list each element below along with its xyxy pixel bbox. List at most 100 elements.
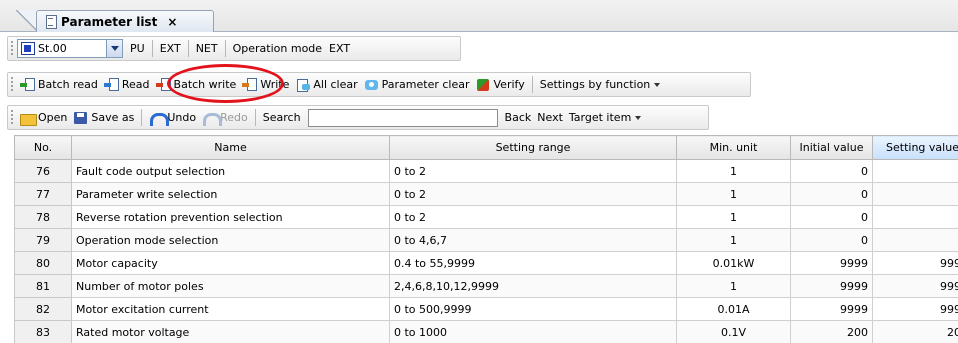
cell-name: Operation mode selection: [71, 228, 390, 252]
column-header-initial-value[interactable]: Initial value: [790, 135, 873, 160]
table-row[interactable]: 76 Fault code output selection 0 to 2 1 …: [14, 159, 958, 183]
cell-setting-value[interactable]: [872, 182, 958, 206]
cell-setting-range: 0 to 4,6,7: [389, 228, 677, 252]
station-dropdown-button[interactable]: [106, 40, 122, 57]
column-header-name[interactable]: Name: [71, 135, 390, 160]
cell-initial-value: 9999: [790, 297, 873, 321]
cell-no: 77: [14, 182, 72, 206]
toolbar-grip[interactable]: [10, 40, 14, 57]
separator: [187, 40, 189, 57]
toolbar-grip[interactable]: [10, 109, 14, 126]
column-header-setting-value[interactable]: Setting value: [872, 135, 958, 160]
separator: [141, 109, 143, 126]
separator: [531, 76, 533, 93]
toolbar-grip[interactable]: [10, 76, 14, 93]
next-button[interactable]: Next: [534, 107, 566, 128]
cell-no: 79: [14, 228, 72, 252]
cell-name: Fault code output selection: [71, 159, 390, 183]
verify-icon: [476, 78, 492, 92]
table-row[interactable]: 80 Motor capacity 0.4 to 55,9999 0.01kW …: [14, 251, 958, 275]
cell-setting-range: 0 to 2: [389, 182, 677, 206]
cell-setting-value[interactable]: [872, 205, 958, 229]
column-header-no[interactable]: No.: [14, 135, 72, 160]
station-icon: [21, 42, 35, 55]
cell-no: 80: [14, 251, 72, 275]
settings-by-function-menu[interactable]: Settings by function: [537, 74, 664, 95]
cell-setting-value[interactable]: 200: [872, 320, 958, 343]
redo-button[interactable]: Redo: [199, 107, 251, 128]
tab-parameter-list[interactable]: Parameter list ×: [36, 10, 214, 32]
cell-min-unit: 1: [676, 274, 791, 298]
station-toolbar: St.00 PU EXT NET Operation mode EXT: [7, 36, 461, 61]
cell-setting-value[interactable]: 9999: [872, 274, 958, 298]
back-button[interactable]: Back: [502, 107, 535, 128]
cell-min-unit: 1: [676, 182, 791, 206]
cell-initial-value: 9999: [790, 251, 873, 275]
cell-setting-range: 0 to 500,9999: [389, 297, 677, 321]
save-icon: [73, 111, 89, 125]
undo-button[interactable]: Undo: [146, 107, 199, 128]
separator: [224, 40, 226, 57]
cell-name: Rated motor voltage: [71, 320, 390, 343]
table-row[interactable]: 81 Number of motor poles 2,4,6,8,10,12,9…: [14, 274, 958, 298]
file-toolbar: Open Save as Undo Redo Search Back Next …: [7, 105, 709, 130]
cell-min-unit: 1: [676, 159, 791, 183]
read-button[interactable]: Read: [101, 74, 153, 95]
all-clear-button[interactable]: All clear: [292, 74, 360, 95]
cell-min-unit: 0.01kW: [676, 251, 791, 275]
table-row[interactable]: 78 Reverse rotation prevention selection…: [14, 205, 958, 229]
cell-setting-value[interactable]: 9999: [872, 251, 958, 275]
cell-min-unit: 1: [676, 205, 791, 229]
verify-button[interactable]: Verify: [473, 74, 528, 95]
batch-write-button[interactable]: Batch write: [153, 74, 240, 95]
write-icon: [242, 77, 258, 92]
open-button[interactable]: Open: [17, 107, 70, 128]
document-icon: [45, 15, 57, 29]
parameter-clear-label: Parameter clear: [381, 78, 470, 91]
cell-setting-range: 0 to 2: [389, 159, 677, 183]
read-icon: [103, 77, 120, 92]
station-select[interactable]: St.00: [17, 39, 123, 58]
close-icon[interactable]: ×: [167, 15, 177, 29]
cell-no: 82: [14, 297, 72, 321]
batch-write-icon: [155, 77, 172, 92]
search-label: Search: [262, 111, 301, 124]
cell-setting-range: 0.4 to 55,9999: [389, 251, 677, 275]
net-mode-button[interactable]: NET: [193, 38, 221, 59]
read-label: Read: [121, 78, 150, 91]
table-row[interactable]: 82 Motor excitation current 0 to 500,999…: [14, 297, 958, 321]
table-row[interactable]: 83 Rated motor voltage 0 to 1000 0.1V 20…: [14, 320, 958, 343]
cell-setting-range: 2,4,6,8,10,12,9999: [389, 274, 677, 298]
header-row: No. Name Setting range Min. unit Initial…: [14, 135, 958, 160]
batch-read-label: Batch read: [38, 78, 98, 91]
parameter-grid: No. Name Setting range Min. unit Initial…: [14, 135, 958, 343]
cell-setting-value[interactable]: [872, 159, 958, 183]
cell-min-unit: 1: [676, 228, 791, 252]
target-item-label: Target item: [568, 111, 632, 124]
target-item-menu[interactable]: Target item: [566, 107, 644, 128]
separator: [254, 109, 256, 126]
tab-title: Parameter list: [61, 14, 158, 29]
cell-setting-value[interactable]: 9999: [872, 297, 958, 321]
redo-icon: [202, 111, 223, 126]
search-input[interactable]: [307, 108, 498, 127]
parameter-clear-icon: [364, 78, 380, 92]
pu-mode-button[interactable]: PU: [127, 38, 148, 59]
table-row[interactable]: 79 Operation mode selection 0 to 4,6,7 1…: [14, 228, 958, 252]
batch-read-button[interactable]: Batch read: [17, 74, 101, 95]
cell-setting-range: 0 to 2: [389, 205, 677, 229]
column-header-min-unit[interactable]: Min. unit: [676, 135, 791, 160]
cell-setting-value[interactable]: [872, 228, 958, 252]
cell-initial-value: 0: [790, 205, 873, 229]
write-button[interactable]: Write: [239, 74, 292, 95]
column-header-setting-range[interactable]: Setting range: [389, 135, 677, 160]
table-row[interactable]: 77 Parameter write selection 0 to 2 1 0: [14, 182, 958, 206]
ext-mode-button[interactable]: EXT: [157, 38, 184, 59]
batch-write-label: Batch write: [173, 78, 237, 91]
parameter-clear-button[interactable]: Parameter clear: [361, 74, 473, 95]
save-as-button[interactable]: Save as: [70, 107, 137, 128]
cell-initial-value: 200: [790, 320, 873, 343]
write-label: Write: [260, 78, 290, 91]
cell-name: Reverse rotation prevention selection: [71, 205, 390, 229]
action-toolbar: Batch read Read Batch write Write All cl…: [7, 72, 751, 97]
